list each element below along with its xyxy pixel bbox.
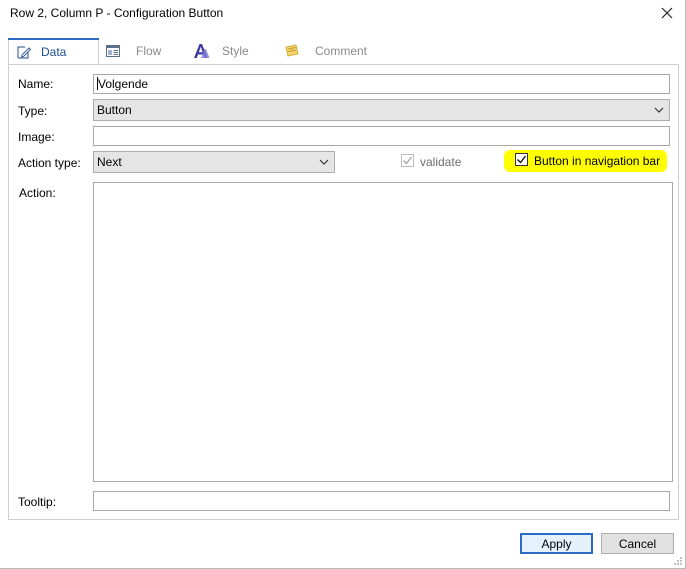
tab-comment[interactable]: Comment	[283, 38, 383, 64]
nav-bar-checkbox[interactable]	[515, 153, 528, 166]
tab-style[interactable]: Style	[192, 38, 272, 64]
checkmark-icon	[517, 155, 527, 164]
tooltip-input[interactable]	[93, 491, 670, 511]
tab-data[interactable]: Data	[8, 38, 99, 64]
tab-strip: Data Flow Style Comment	[8, 38, 678, 64]
type-select[interactable]: Button	[93, 99, 670, 121]
comment-note-icon	[283, 42, 301, 60]
tab-flow-label: Flow	[136, 44, 162, 58]
nav-bar-label: Button in navigation bar	[534, 154, 661, 168]
name-label: Name:	[18, 77, 54, 91]
edit-data-icon	[15, 43, 33, 61]
data-panel: Name: Volgende Type: Button Image: Actio…	[8, 64, 679, 520]
action-type-select[interactable]: Next	[93, 151, 335, 173]
title-bar: Row 2, Column P - Configuration Button	[0, 0, 686, 28]
name-value: Volgende	[98, 77, 149, 91]
tab-comment-label: Comment	[315, 44, 368, 58]
chevron-down-icon	[654, 107, 664, 113]
tooltip-label: Tooltip:	[18, 495, 57, 509]
close-icon	[661, 7, 673, 19]
chevron-down-icon	[319, 159, 329, 165]
style-font-icon	[192, 42, 210, 60]
action-label: Action:	[19, 186, 56, 200]
image-label: Image:	[18, 130, 55, 144]
cancel-button[interactable]: Cancel	[601, 533, 674, 554]
action-textarea[interactable]	[93, 182, 673, 482]
action-type-value: Next	[97, 155, 122, 169]
validate-label: validate	[420, 155, 462, 169]
checkmark-icon	[403, 156, 413, 165]
tab-flow[interactable]: Flow	[104, 38, 184, 64]
name-input[interactable]: Volgende	[93, 74, 670, 94]
validate-checkbox[interactable]	[401, 154, 414, 167]
type-label: Type:	[18, 104, 48, 118]
tab-data-label: Data	[41, 44, 67, 59]
window-title: Row 2, Column P - Configuration Button	[10, 6, 224, 20]
config-dialog: Row 2, Column P - Configuration Button D…	[0, 0, 686, 569]
close-button[interactable]	[656, 4, 678, 22]
image-input[interactable]	[93, 126, 670, 146]
resize-grip-icon[interactable]	[673, 556, 683, 566]
action-type-label: Action type:	[18, 156, 81, 170]
flow-window-icon	[104, 42, 122, 60]
apply-button[interactable]: Apply	[520, 533, 593, 554]
type-value: Button	[97, 103, 132, 117]
tab-style-label: Style	[222, 44, 249, 58]
